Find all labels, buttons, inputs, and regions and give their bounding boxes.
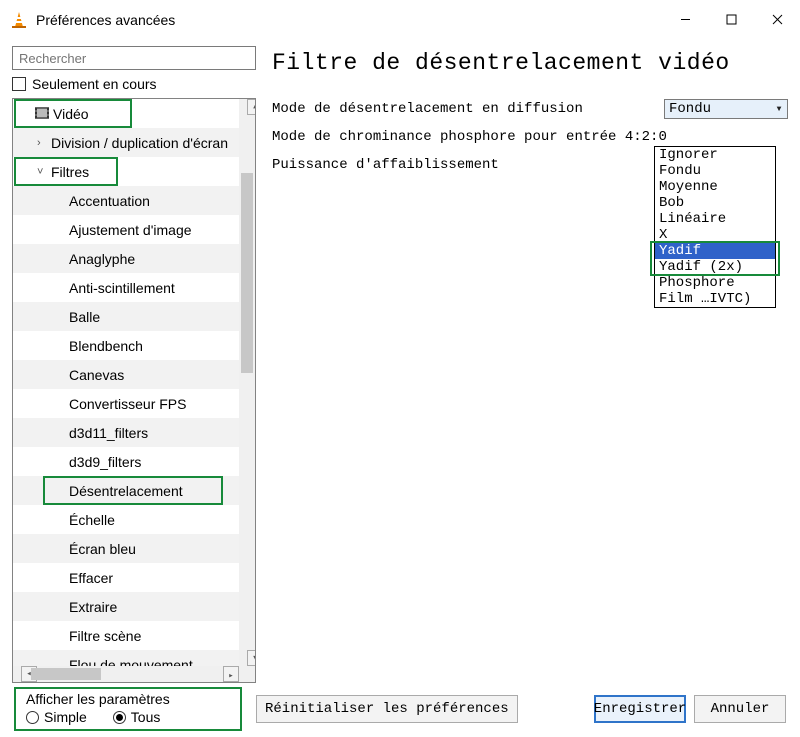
setting-label: Mode de désentrelacement en diffusion (272, 101, 664, 117)
tree-item[interactable]: ˅Filtres (13, 157, 239, 186)
tree-item[interactable]: Anti-scintillement (13, 273, 239, 302)
only-running-label: Seulement en cours (32, 76, 157, 92)
scrollbar-corner (239, 666, 255, 682)
checkbox-icon (12, 77, 26, 91)
expand-icon: › (37, 137, 51, 149)
tree-item[interactable]: Filtre scène (13, 621, 239, 650)
dropdown-option[interactable]: Film …IVTC) (655, 291, 775, 307)
tree-item-label: Écran bleu (69, 541, 136, 557)
tree-item[interactable]: Blendbench (13, 331, 239, 360)
tree-item-label: Anti-scintillement (69, 280, 175, 296)
window-title: Préférences avancées (36, 12, 662, 28)
tree-item-label: Blendbench (69, 338, 143, 354)
scroll-up-icon[interactable]: ▴ (247, 99, 256, 115)
tree-item[interactable]: d3d9_filters (13, 447, 239, 476)
dropdown-option[interactable]: Linéaire (655, 211, 775, 227)
tree-item[interactable]: Écran bleu (13, 534, 239, 563)
tree-item[interactable]: Ajustement d'image (13, 215, 239, 244)
tree-item-label: Division / duplication d'écran (51, 135, 228, 151)
tree-item-label: d3d9_filters (69, 454, 141, 470)
tree-item-label: Anaglyphe (69, 251, 135, 267)
tree-item[interactable]: Anaglyphe (13, 244, 239, 273)
only-running-checkbox[interactable]: Seulement en cours (12, 76, 256, 92)
tree-item-label: Vidéo (53, 106, 89, 122)
minimize-button[interactable] (662, 0, 708, 39)
tree-item-label: Balle (69, 309, 100, 325)
tree-item-label: Ajustement d'image (69, 222, 192, 238)
radio-all[interactable]: Tous (113, 709, 161, 725)
dropdown-option[interactable]: Bob (655, 195, 775, 211)
dropdown-option[interactable]: Fondu (655, 163, 775, 179)
hscroll-thumb[interactable] (31, 668, 101, 680)
radio-label: Tous (131, 709, 161, 725)
title-bar: Préférences avancées (0, 0, 800, 40)
dropdown-option[interactable]: Yadif (655, 243, 775, 259)
tree-item-label: Échelle (69, 512, 115, 528)
tree-horizontal-scrollbar[interactable]: ◂ ▸ (13, 666, 239, 682)
tree-item[interactable]: Vidéo (13, 99, 239, 128)
dropdown-option[interactable]: Ignorer (655, 147, 775, 163)
tree-item-label: d3d11_filters (69, 425, 148, 441)
tree-item-label: Filtres (51, 164, 89, 180)
button-label: Enregistrer (594, 701, 686, 717)
chevron-down-icon: ▼ (771, 100, 787, 118)
display-params-legend: Afficher les paramètres (26, 691, 230, 707)
tree-item[interactable]: Extraire (13, 592, 239, 621)
radio-simple[interactable]: Simple (26, 709, 87, 725)
radio-icon (26, 711, 39, 724)
pane-title: Filtre de désentrelacement vidéo (272, 50, 788, 76)
button-label: Annuler (711, 701, 770, 717)
tree-item[interactable]: Accentuation (13, 186, 239, 215)
dropdown-option[interactable]: Moyenne (655, 179, 775, 195)
tree-item-label: Effacer (69, 570, 113, 586)
setting-phosphor-chroma: Mode de chrominance phosphore pour entré… (272, 126, 788, 148)
display-params-group: Afficher les paramètres Simple Tous (14, 687, 242, 731)
expand-icon: ˅ (37, 166, 51, 178)
preferences-tree: Vidéo›Division / duplication d'écran˅Fil… (12, 98, 256, 683)
maximize-button[interactable] (708, 0, 754, 39)
tree-item-label: Convertisseur FPS (69, 396, 186, 412)
dropdown-option[interactable]: X (655, 227, 775, 243)
tree-item[interactable]: Convertisseur FPS (13, 389, 239, 418)
tree-item-label: Canevas (69, 367, 124, 383)
film-icon (35, 106, 53, 122)
tree-item-label: Accentuation (69, 193, 150, 209)
tree-item-label: Extraire (69, 599, 117, 615)
tree-item-label: Flou de mouvement (69, 657, 193, 667)
setting-deinterlace-mode: Mode de désentrelacement en diffusion Fo… (272, 98, 788, 120)
deinterlace-mode-dropdown[interactable]: IgnorerFonduMoyenneBobLinéaireXYadifYadi… (654, 146, 776, 308)
tree-item[interactable]: ›Division / duplication d'écran (13, 128, 239, 157)
tree-vertical-scrollbar[interactable]: ▴ ▾ (239, 99, 255, 666)
dropdown-option[interactable]: Phosphore (655, 275, 775, 291)
search-input[interactable] (12, 46, 256, 70)
bottom-bar: Afficher les paramètres Simple Tous Réin… (0, 683, 800, 737)
dropdown-option[interactable]: Yadif (2x) (655, 259, 775, 275)
close-button[interactable] (754, 0, 800, 39)
scroll-right-icon[interactable]: ▸ (223, 666, 239, 682)
tree-item[interactable]: d3d11_filters (13, 418, 239, 447)
cancel-button[interactable]: Annuler (694, 695, 786, 723)
save-button[interactable]: Enregistrer (594, 695, 686, 723)
radio-icon (113, 711, 126, 724)
setting-label: Mode de chrominance phosphore pour entré… (272, 129, 788, 145)
tree-item-label: Filtre scène (69, 628, 141, 644)
scroll-down-icon[interactable]: ▾ (247, 650, 256, 666)
tree-item[interactable]: Effacer (13, 563, 239, 592)
deinterlace-mode-combo[interactable]: Fondu ▼ (664, 99, 788, 119)
reset-preferences-button[interactable]: Réinitialiser les préférences (256, 695, 518, 723)
tree-item[interactable]: Flou de mouvement (13, 650, 239, 666)
tree-item[interactable]: Échelle (13, 505, 239, 534)
tree-item[interactable]: Désentrelacement (13, 476, 239, 505)
button-label: Réinitialiser les préférences (265, 701, 509, 717)
window-buttons (662, 0, 800, 39)
combo-value: Fondu (669, 101, 711, 117)
tree-item[interactable]: Balle (13, 302, 239, 331)
radio-label: Simple (44, 709, 87, 725)
scroll-thumb[interactable] (241, 173, 253, 373)
app-cone-icon (10, 11, 28, 29)
tree-item[interactable]: Canevas (13, 360, 239, 389)
tree-item-label: Désentrelacement (69, 483, 183, 499)
